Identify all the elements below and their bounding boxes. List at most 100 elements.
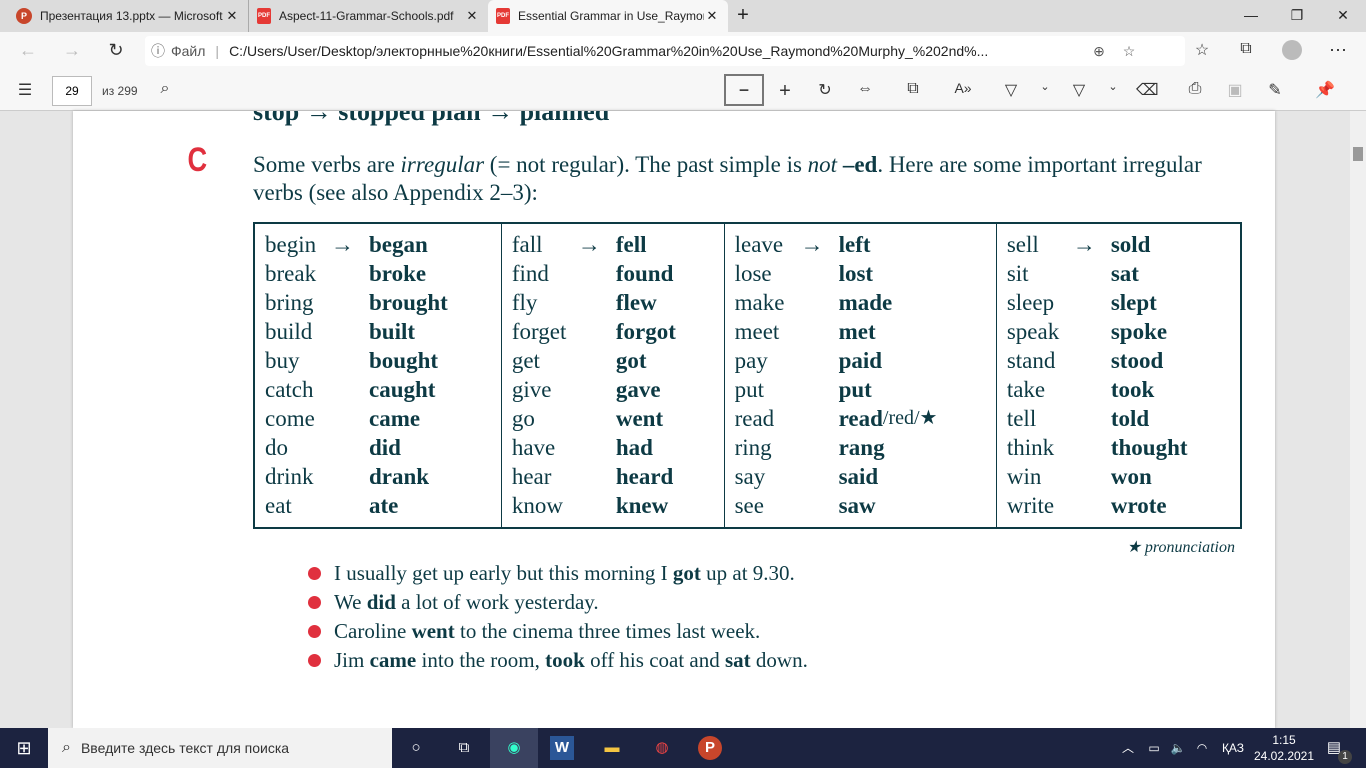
taskbar-search[interactable]: ⌕ Введите здесь текст для поиска bbox=[48, 728, 392, 768]
save-icon[interactable]: ▣ bbox=[1224, 80, 1246, 100]
close-icon[interactable]: ✕ bbox=[704, 8, 720, 24]
verb-column: sell → sold sit sat sleep slept speak spoke stan… bbox=[996, 223, 1241, 528]
page-view-icon[interactable]: ⧉ bbox=[902, 80, 924, 98]
bullet-icon bbox=[308, 567, 321, 580]
chevron-down-icon[interactable]: ⌄ bbox=[1034, 80, 1056, 93]
verb-row: read read /red/★ bbox=[735, 404, 996, 433]
new-tab-button[interactable]: + bbox=[720, 0, 766, 30]
collections-icon[interactable]: ⧉ bbox=[1234, 40, 1258, 58]
verb-row: drink drank bbox=[265, 462, 501, 491]
maximize-button[interactable]: ❐ bbox=[1274, 0, 1320, 30]
base-form: make bbox=[734, 290, 785, 315]
verb-row: win won bbox=[1007, 462, 1240, 491]
eraser-icon[interactable]: ⌫ bbox=[1136, 80, 1159, 100]
back-icon[interactable]: ← bbox=[16, 40, 40, 61]
file-explorer-icon[interactable]: ▬ bbox=[600, 736, 624, 760]
cortana-icon[interactable]: ○ bbox=[404, 736, 428, 760]
address-bar[interactable]: ⓘ Файл | C:/Users/User/Desktop/электорнн… bbox=[145, 36, 1185, 66]
wifi-icon[interactable]: ◠ bbox=[1190, 736, 1214, 760]
verb-row: fall → fell bbox=[512, 230, 724, 259]
draw-icon[interactable]: ▽ bbox=[1000, 80, 1022, 100]
base-form: catch bbox=[265, 377, 314, 402]
info-icon: ⓘ bbox=[151, 43, 165, 59]
profile-avatar[interactable] bbox=[1280, 40, 1304, 65]
verb-row: lose lost bbox=[735, 259, 996, 288]
chevron-down-icon[interactable]: ⌄ bbox=[1102, 80, 1124, 93]
past-form: took bbox=[1110, 377, 1155, 402]
language-indicator[interactable]: ҚАЗ bbox=[1218, 736, 1248, 760]
fit-page-icon[interactable]: ⇔ bbox=[854, 80, 876, 98]
tab-aspect[interactable]: PDF Aspect-11-Grammar-Schools.pdf ✕ bbox=[248, 0, 488, 32]
forward-icon[interactable]: → bbox=[60, 40, 84, 61]
print-icon[interactable]: ⎙ bbox=[1184, 80, 1206, 98]
example-sentence: We did a lot of work yesterday. bbox=[308, 590, 599, 615]
clock[interactable]: 1:15 24.02.2021 bbox=[1252, 732, 1316, 764]
past-form: drank bbox=[369, 464, 430, 489]
verb-row: meet met bbox=[735, 317, 996, 346]
battery-icon[interactable]: ▭ bbox=[1142, 736, 1166, 760]
chrome-icon[interactable]: ◍ bbox=[650, 736, 674, 760]
volume-icon[interactable]: 🔈 bbox=[1166, 736, 1190, 760]
past-form: wrote bbox=[1110, 493, 1167, 518]
verb-row: come came bbox=[265, 404, 501, 433]
verb-row: put put bbox=[735, 375, 996, 404]
verb-row: give gave bbox=[512, 375, 724, 404]
arrow-icon: → bbox=[1072, 232, 1096, 257]
intro-text: Some verbs are irregular (= not regular)… bbox=[253, 152, 1202, 205]
base-form: see bbox=[734, 493, 764, 518]
zoom-out-button[interactable]: − bbox=[724, 74, 764, 106]
task-view-icon[interactable]: ⧉ bbox=[452, 736, 476, 760]
notifications-icon[interactable]: ▤ 1 bbox=[1322, 736, 1352, 764]
verb-row: make made bbox=[735, 288, 996, 317]
close-icon[interactable]: ✕ bbox=[224, 8, 240, 24]
verb-row: build built bbox=[265, 317, 501, 346]
zoom-icon[interactable]: ⊕ bbox=[1093, 43, 1105, 60]
read-aloud-icon[interactable]: A» bbox=[952, 80, 974, 96]
start-icon[interactable]: ⊞ bbox=[12, 736, 36, 760]
past-form: fell bbox=[615, 232, 647, 257]
refresh-icon[interactable]: ↻ bbox=[104, 40, 128, 61]
base-form: say bbox=[734, 464, 766, 489]
scrollbar[interactable] bbox=[1350, 111, 1366, 728]
rotate-icon[interactable]: ↻ bbox=[814, 80, 836, 100]
verb-row: find found bbox=[512, 259, 724, 288]
save-as-icon[interactable]: ✎ bbox=[1264, 80, 1286, 100]
search-icon[interactable]: ⌕ bbox=[154, 80, 176, 98]
base-form: ring bbox=[734, 435, 772, 460]
pronunciation-note: /red/★ bbox=[882, 407, 938, 429]
favorites-icon[interactable]: ☆ bbox=[1190, 40, 1214, 60]
more-icon[interactable]: ⋯ bbox=[1326, 40, 1350, 61]
base-form: take bbox=[1006, 377, 1046, 402]
favorite-add-icon[interactable]: ☆ bbox=[1123, 43, 1136, 60]
base-form: read bbox=[734, 406, 775, 431]
tab-powerpoint[interactable]: PПрезентация 13.pptx — Microsoft PowerPo… bbox=[8, 0, 248, 32]
past-form: made bbox=[838, 290, 893, 315]
minimize-button[interactable]: — bbox=[1228, 0, 1274, 30]
past-form: left bbox=[838, 232, 871, 257]
word-icon[interactable]: W bbox=[550, 736, 574, 760]
example-sentence: Caroline went to the cinema three times … bbox=[308, 619, 760, 644]
verb-row: leave → left bbox=[735, 230, 996, 259]
close-icon[interactable]: ✕ bbox=[464, 8, 480, 24]
page-number-input[interactable]: 29 bbox=[52, 76, 92, 106]
contents-icon[interactable]: ☰ bbox=[14, 80, 36, 100]
verb-row: catch caught bbox=[265, 375, 501, 404]
past-form: lost bbox=[838, 261, 874, 286]
base-form: break bbox=[265, 261, 317, 286]
pin-icon[interactable]: 📌 bbox=[1314, 80, 1336, 100]
powerpoint-icon[interactable]: P bbox=[698, 736, 722, 760]
chevron-up-icon[interactable]: ︿ bbox=[1116, 736, 1140, 760]
base-form: give bbox=[511, 377, 552, 402]
past-form: spoke bbox=[1110, 319, 1168, 344]
past-form: won bbox=[1110, 464, 1152, 489]
close-window-button[interactable]: ✕ bbox=[1320, 0, 1366, 30]
base-form: speak bbox=[1006, 319, 1060, 344]
verb-row: forget forgot bbox=[512, 317, 724, 346]
tab-essential-grammar[interactable]: PDFEssential Grammar in Use_Raymond Murp… bbox=[488, 0, 728, 32]
zoom-in-icon[interactable]: + bbox=[774, 80, 796, 103]
verb-row: pay paid bbox=[735, 346, 996, 375]
verb-row: stand stood bbox=[1007, 346, 1240, 375]
base-form: hear bbox=[511, 464, 552, 489]
edge-icon[interactable]: ◉ bbox=[490, 728, 538, 768]
highlight-icon[interactable]: ▽ bbox=[1068, 80, 1090, 100]
